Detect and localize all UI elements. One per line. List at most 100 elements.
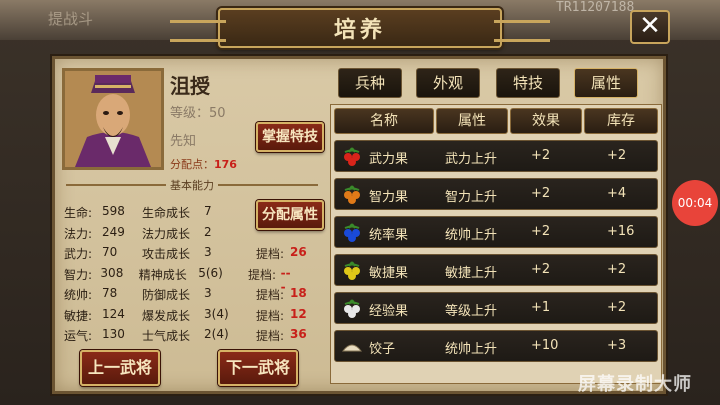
item-attribute: 武力上升 [445,152,498,167]
tier-value: --- [280,265,291,294]
item-effect: +2 [531,148,551,163]
white-fruit-icon [344,299,360,318]
allocate-attributes-button[interactable]: 分配属性 [256,200,324,230]
watermark-id: TR11207188 [556,0,635,15]
item-attribute: 智力上升 [445,190,498,205]
table-row[interactable]: 智力果 智力上升 +2 +4 [334,178,658,210]
stat-value: 124 [102,306,125,321]
tab-appearance[interactable]: 外观 [416,68,480,98]
item-stock: +3 [607,338,627,353]
item-effect: +1 [531,300,551,315]
title-banner: 培养 [170,8,550,48]
item-stock: +4 [607,186,627,201]
section-label: 基本能力 [170,179,214,192]
stat-value: 598 [102,204,125,218]
stat-label: 法力: [64,226,93,241]
item-name: 敏捷果 [369,266,409,281]
stat-row: 智力: 308 精神成长 5(6) 提档: --- [64,265,295,294]
stat-row: 敏捷: 124 爆发成长 3(4) 提档: 12 [64,307,307,325]
section-divider: 基本能力 [62,178,322,192]
item-stock: +16 [607,224,635,239]
growth-label: 生命成长 [142,206,191,220]
alloc-points: 分配点：176 [170,156,237,172]
stat-value: 308 [100,265,124,280]
previous-hero-button[interactable]: 上一武将 [80,350,160,386]
tier-label: 提档: [248,267,277,282]
tier-label: 提档: [256,288,285,302]
item-attribute: 敏捷上升 [445,266,498,281]
hero-title: 先知 [170,134,197,149]
growth-value: 3 [204,286,212,300]
stat-value: 249 [102,224,125,239]
recording-timer[interactable]: 00:04 [672,180,718,226]
item-stock: +2 [607,262,627,277]
stat-row: 统帅: 78 防御成长 3 提档: 18 [64,286,307,304]
item-stock: +2 [607,300,627,315]
growth-label: 防御成长 [142,288,191,302]
growth-label: 士气成长 [142,329,191,343]
growth-value: 7 [204,204,212,218]
yellow-fruit-icon [344,261,360,280]
item-name: 饺子 [369,342,396,357]
stat-value: 130 [102,327,125,341]
tier-value: 36 [290,327,307,341]
item-effect: +2 [531,186,551,201]
table-row[interactable]: 统率果 统帅上升 +2 +16 [334,216,658,248]
tier-label: 提档: [256,308,285,323]
red-fruit-icon [344,147,360,166]
hero-level: 等级：50 [170,106,226,121]
stat-value: 70 [102,245,118,259]
stat-value: 78 [102,286,118,300]
dumpling-icon [341,344,363,352]
tier-value: 18 [290,286,307,300]
growth-label: 精神成长 [138,267,187,282]
stat-row: 运气: 130 士气成长 2(4) 提档: 36 [64,327,307,345]
table-row[interactable]: 敏捷果 敏捷上升 +2 +2 [334,254,658,286]
master-skill-button[interactable]: 掌握特技 [256,122,324,152]
close-button[interactable]: ✕ [630,10,670,44]
alloc-points-label: 分配点： [170,158,214,171]
item-effect: +10 [531,338,559,353]
next-hero-button[interactable]: 下一武将 [218,350,298,386]
stat-row: 法力: 249 法力成长 2 [64,225,256,243]
item-name: 武力果 [369,152,409,167]
item-name: 统率果 [369,228,409,243]
item-stock: +2 [607,148,627,163]
table-row[interactable]: 武力果 武力上升 +2 +2 [334,140,658,172]
growth-value: 5(6) [198,265,223,280]
item-effect: +2 [531,224,551,239]
alloc-points-value: 176 [214,158,237,171]
page-title: 培养 [333,18,386,43]
table-row[interactable]: 经验果 等级上升 +1 +2 [334,292,658,324]
watermark-logo: 屏幕录制大师 [578,374,692,395]
stat-label: 智力: [64,267,93,282]
stat-label: 敏捷: [64,308,93,323]
background-text: 提战斗 [48,10,94,28]
table-row[interactable]: 饺子 统帅上升 +10 +3 [334,330,658,362]
stat-row: 武力: 70 攻击成长 3 提档: 26 [64,245,307,263]
tab-skills[interactable]: 特技 [496,68,560,98]
tier-label: 提档: [256,247,285,261]
hero-name: 沮授 [170,74,210,98]
growth-value: 2(4) [204,327,229,341]
growth-value: 3 [204,245,212,259]
column-header-effect: 效果 [510,108,582,134]
column-header-stock: 库存 [584,108,658,134]
table-header: 名称 属性 效果 库存 [334,108,658,134]
stat-label: 生命: [64,206,93,220]
item-attribute: 等级上升 [445,304,498,319]
tab-attributes[interactable]: 属性 [574,68,638,98]
growth-label: 爆发成长 [142,308,191,323]
growth-label: 攻击成长 [142,247,191,261]
tier-value: 12 [290,306,307,321]
item-attribute: 统帅上升 [445,228,498,243]
close-icon: ✕ [639,11,661,41]
tier-value: 26 [290,245,307,259]
item-attribute: 统帅上升 [445,342,498,357]
tier-label: 提档: [256,329,285,343]
tab-troop-type[interactable]: 兵种 [338,68,402,98]
growth-label: 法力成长 [142,226,191,241]
column-header-attribute: 属性 [436,108,508,134]
column-header-name: 名称 [334,108,434,134]
stat-label: 运气: [64,329,93,343]
